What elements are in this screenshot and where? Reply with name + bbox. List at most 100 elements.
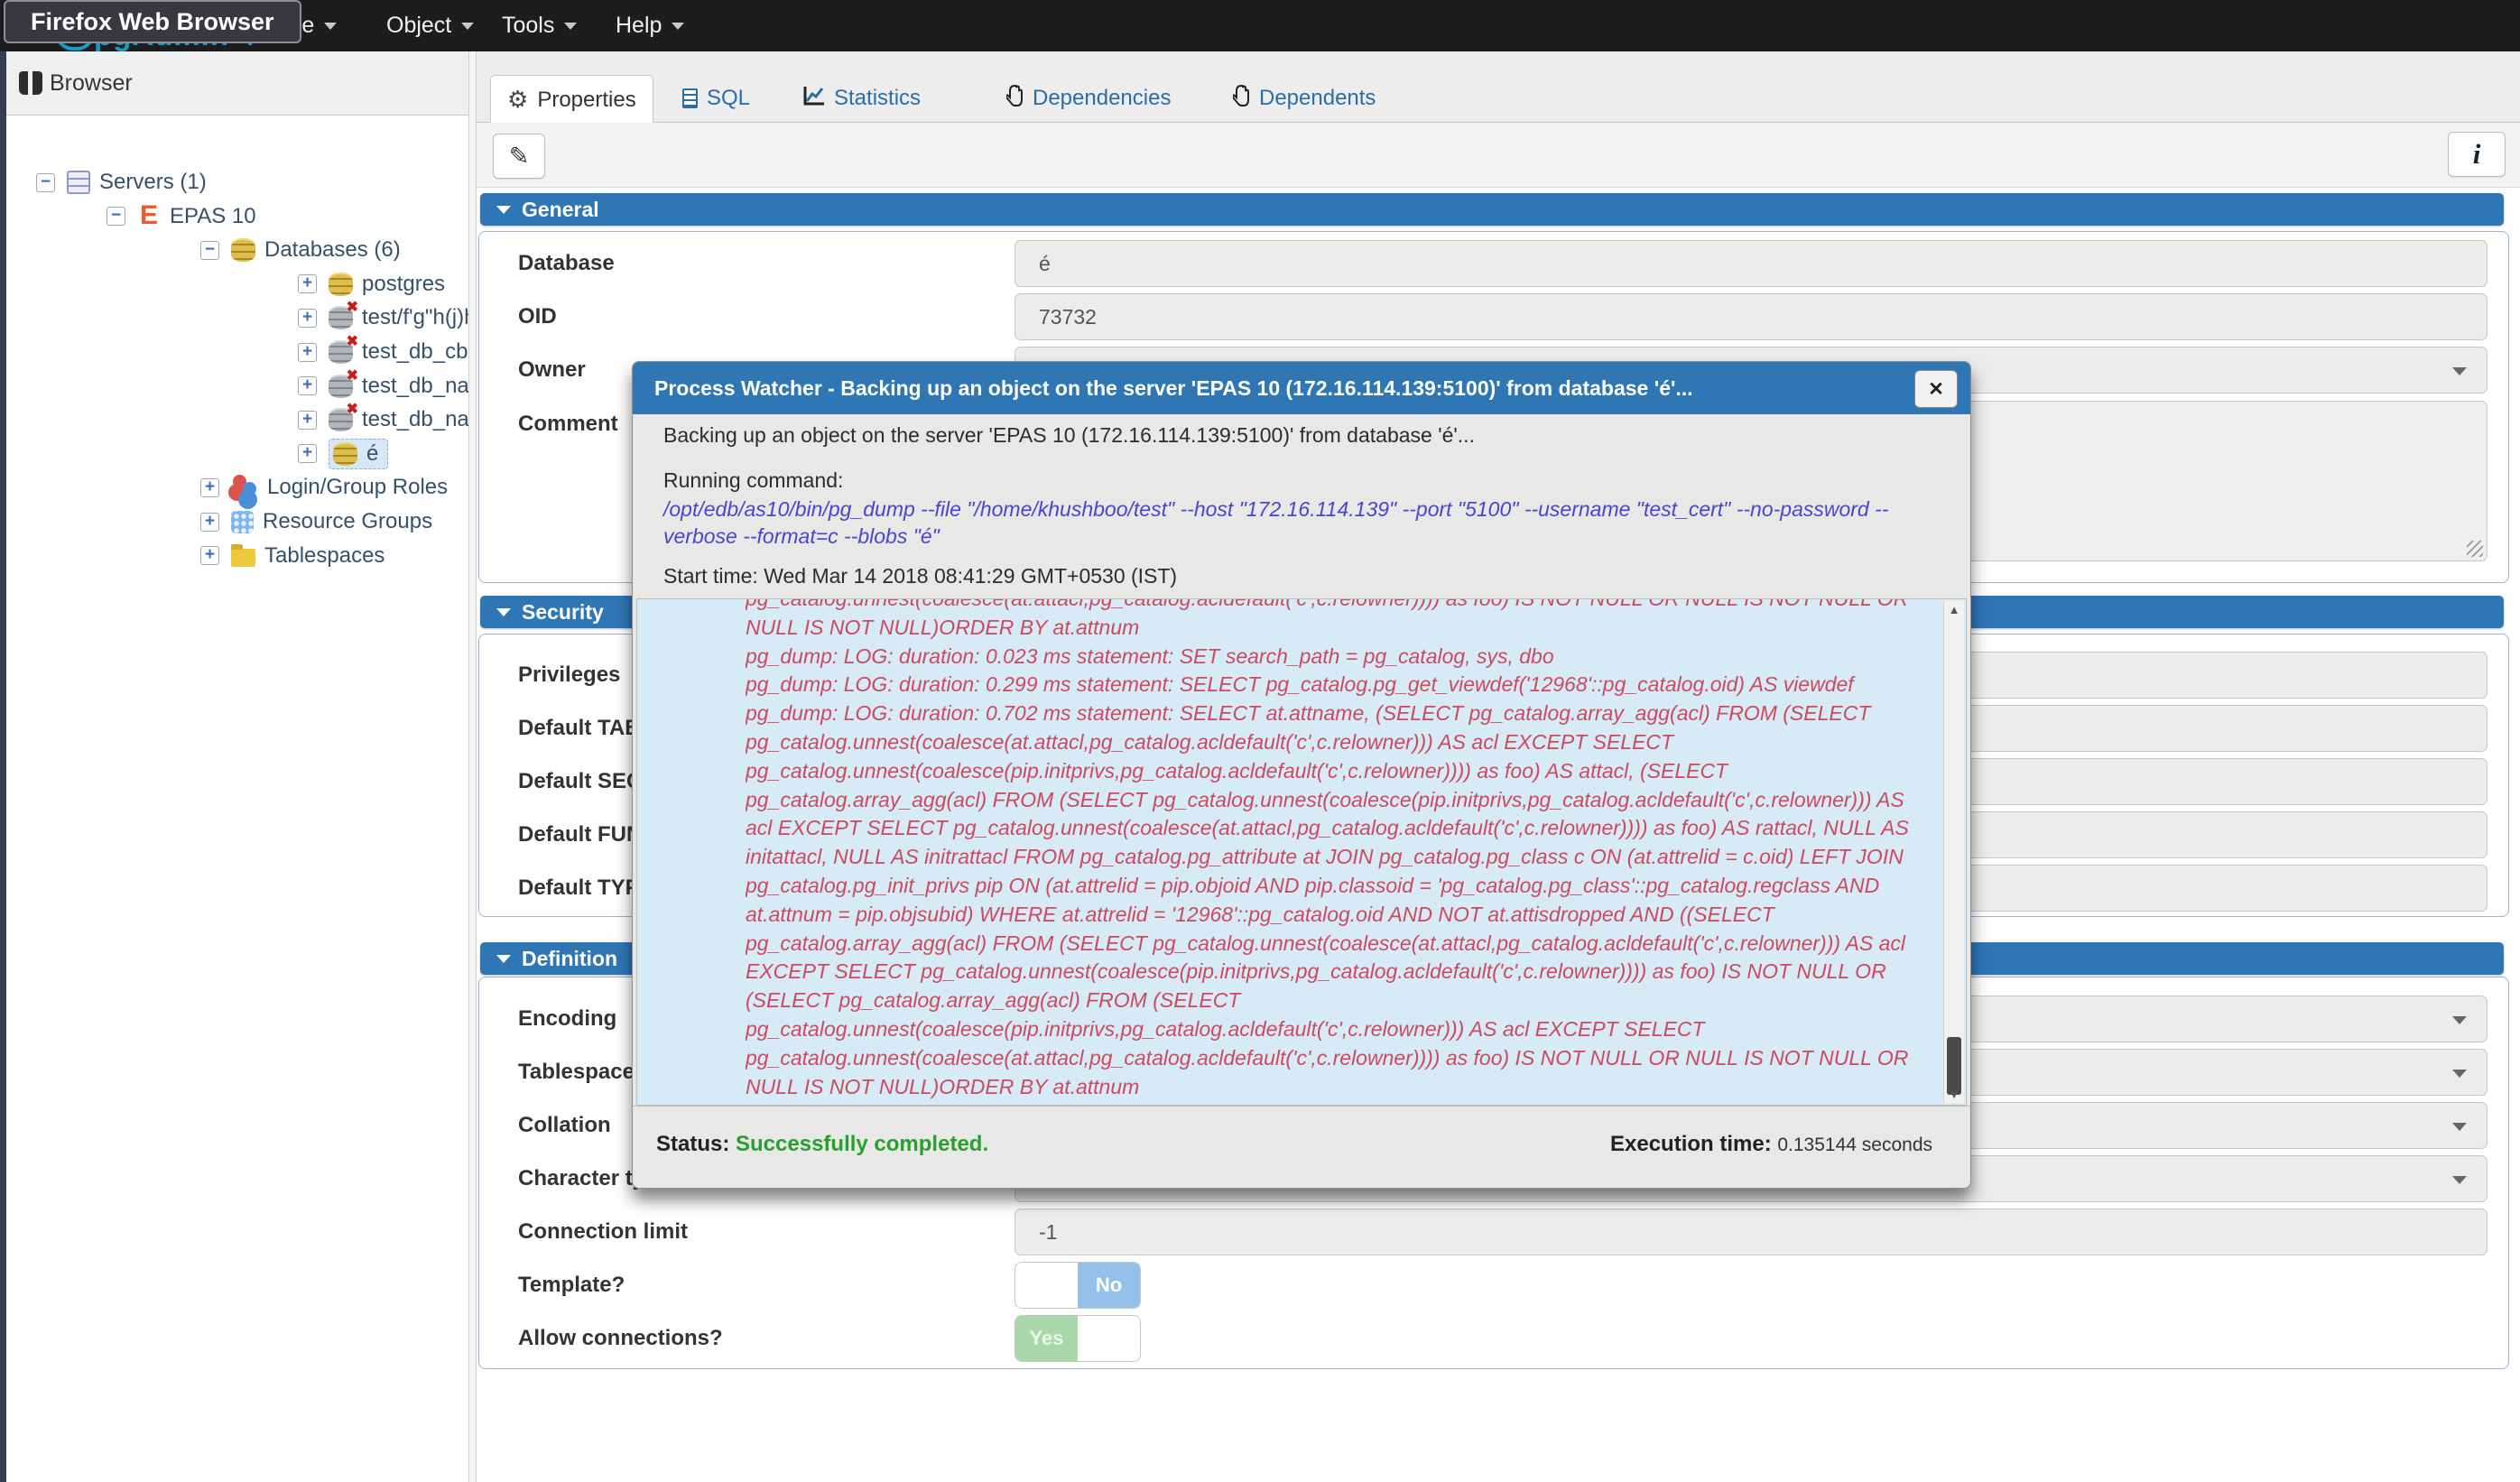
chevron-down-icon — [2452, 367, 2467, 375]
db-gray-icon — [329, 408, 353, 431]
log-line: pg_dump: LOG: duration: 0.702 ms stateme… — [746, 699, 1915, 728]
tree-item-label: Databases (6) — [264, 237, 401, 263]
dialog-titlebar[interactable]: Process Watcher - Backing up an object o… — [633, 362, 1970, 414]
tree-item-login-group-roles[interactable]: +Login/Group Roles — [200, 470, 448, 505]
tree-item-label: é — [366, 441, 378, 467]
tree-item-label: Servers (1) — [99, 170, 207, 195]
status-value: Successfully completed. — [736, 1132, 988, 1156]
field-label-connection-limit: Connection limit — [518, 1219, 688, 1245]
menu-object[interactable]: Object — [386, 0, 474, 51]
tab-sql[interactable]: SQL — [666, 75, 766, 122]
toggle-off-side — [1078, 1316, 1140, 1361]
tree-item-tablespaces[interactable]: +Tablespaces — [200, 539, 384, 573]
chevron-down-icon — [324, 23, 337, 30]
servers-icon — [67, 171, 90, 194]
log-scrollbar[interactable]: ▲ ▼ — [1943, 601, 1964, 1103]
info-button[interactable]: i — [2448, 132, 2506, 177]
expand-icon[interactable]: + — [200, 546, 219, 565]
toggle-allow-connections-[interactable]: Yes — [1014, 1315, 1141, 1362]
expand-icon[interactable]: + — [200, 478, 219, 497]
menu-tools[interactable]: Tools — [502, 0, 577, 51]
field-label-character-ty: Character ty — [518, 1166, 644, 1191]
tab-statistics[interactable]: Statistics — [787, 75, 937, 122]
menu-label: Object — [386, 13, 451, 39]
tree-item-resource-groups[interactable]: +Resource Groups — [200, 505, 432, 539]
expand-icon[interactable]: + — [298, 274, 317, 293]
input-connection-limit[interactable]: -1 — [1014, 1209, 2488, 1255]
log-line: at.attnum = pip.objsubid) WHERE at.attre… — [746, 901, 1915, 930]
edit-object-button[interactable]: ✎ — [493, 134, 545, 179]
log-line: pg_dump: LOG: duration: 0.299 ms stateme… — [746, 671, 1915, 699]
tree-item-servers-1-[interactable]: − Servers (1) — [36, 165, 207, 199]
expand-icon[interactable]: + — [298, 376, 317, 395]
browser-menubar: pgAdmin 4 FileObjectToolsHelp — [0, 0, 2520, 51]
scroll-up-icon[interactable]: ▲ — [1944, 603, 1964, 616]
collapse-icon[interactable]: − — [200, 241, 219, 260]
input-oid[interactable]: 73732 — [1014, 293, 2488, 340]
chevron-down-icon — [2452, 1070, 2467, 1078]
field-value: é — [1039, 252, 1051, 276]
tab-dependencies[interactable]: Dependencies — [990, 75, 1187, 122]
expand-icon[interactable]: + — [298, 444, 317, 463]
pgadmin-screen: pgAdmin 4 FileObjectToolsHelp Firefox We… — [0, 0, 2520, 1482]
menu-label: Help — [616, 13, 662, 39]
tree-item-postgres[interactable]: +postgres — [298, 267, 445, 301]
field-label-tablespace: Tablespace — [518, 1060, 635, 1085]
scrollbar-thumb[interactable] — [1947, 1037, 1961, 1095]
section-header-general[interactable]: General — [480, 193, 2504, 226]
gear-icon: ⚙ — [507, 86, 528, 114]
log-line: EXCEPT SELECT pg_catalog.unnest(coalesce… — [746, 958, 1915, 986]
status-label: Status: — [656, 1132, 729, 1156]
process-watcher-dialog: Process Watcher - Backing up an object o… — [632, 361, 1971, 1189]
tab-properties[interactable]: ⚙Properties — [490, 75, 653, 125]
expand-icon[interactable]: + — [298, 343, 317, 362]
collapse-icon[interactable]: − — [36, 173, 55, 192]
tree-item-label: EPAS 10 — [170, 204, 256, 229]
field-label-template-: Template? — [518, 1273, 625, 1298]
field-label-default-typ: Default TYP — [518, 875, 640, 901]
tree-item-databases-6-[interactable]: − Databases (6) — [200, 233, 401, 267]
toggle-template-[interactable]: No — [1014, 1262, 1141, 1309]
chevron-down-icon — [2452, 1123, 2467, 1131]
expand-icon[interactable]: + — [298, 411, 317, 430]
field-label-owner: Owner — [518, 357, 586, 383]
expand-icon[interactable]: + — [298, 309, 317, 328]
scroll-down-icon[interactable]: ▼ — [1944, 1088, 1964, 1101]
panel-divider[interactable] — [468, 51, 477, 1482]
status-text: Status: Successfully completed. — [656, 1132, 988, 1157]
field-label-privileges: Privileges — [518, 662, 620, 688]
toggle-value: No — [1078, 1263, 1140, 1308]
sql-file-icon — [682, 88, 698, 108]
log-line: pg_catalog.unnest(coalesce(pip.initprivs… — [746, 757, 1915, 786]
resize-grip-icon[interactable] — [2467, 541, 2483, 557]
db-gold-icon — [231, 238, 255, 262]
toggle-value: Yes — [1015, 1316, 1078, 1361]
tab-dependents[interactable]: Dependents — [1217, 75, 1392, 122]
expand-icon[interactable]: + — [200, 513, 219, 532]
section-collapse-icon — [496, 955, 511, 963]
field-label-database: Database — [518, 251, 615, 276]
menu-help[interactable]: Help — [616, 0, 684, 51]
sidebar-header: Browser — [6, 51, 468, 116]
tree-item-epas-10[interactable]: −E EPAS 10 — [107, 199, 256, 234]
input-database[interactable]: é — [1014, 240, 2488, 287]
collapse-icon[interactable]: − — [107, 207, 125, 226]
field-value: -1 — [1039, 1220, 1057, 1245]
log-line: pg_catalog.unnest(coalesce(pip.initprivs… — [746, 1015, 1915, 1044]
epas-icon: E — [137, 204, 161, 229]
execution-time-label: Execution time: — [1610, 1132, 1772, 1156]
log-line: pg_catalog.array_agg(acl) FROM (SELECT p… — [746, 930, 1915, 959]
resource-icon — [231, 511, 254, 533]
tab-label: Dependencies — [1033, 86, 1171, 111]
db-gray-icon — [329, 375, 353, 398]
db-gold-icon — [329, 273, 353, 296]
process-log-panel[interactable]: pg_catalog.unnest(coalesce(at.attacl,pg_… — [636, 598, 1967, 1106]
log-line: pg_catalog.unnest(coalesce(at.attacl,pg_… — [746, 1044, 1915, 1073]
dialog-intro-text: Backing up an object on the server 'EPAS… — [663, 423, 1475, 448]
tree-item--[interactable]: +é — [298, 437, 388, 471]
chevron-down-icon — [672, 23, 684, 30]
log-line: pg_dump: LOG: duration: 0.023 ms stateme… — [746, 643, 1915, 672]
folder-icon — [231, 549, 255, 567]
tabs-bar: ⚙Properties SQL Statistics Dependencies Depe… — [475, 51, 2520, 123]
close-icon[interactable]: ✕ — [1914, 370, 1958, 408]
